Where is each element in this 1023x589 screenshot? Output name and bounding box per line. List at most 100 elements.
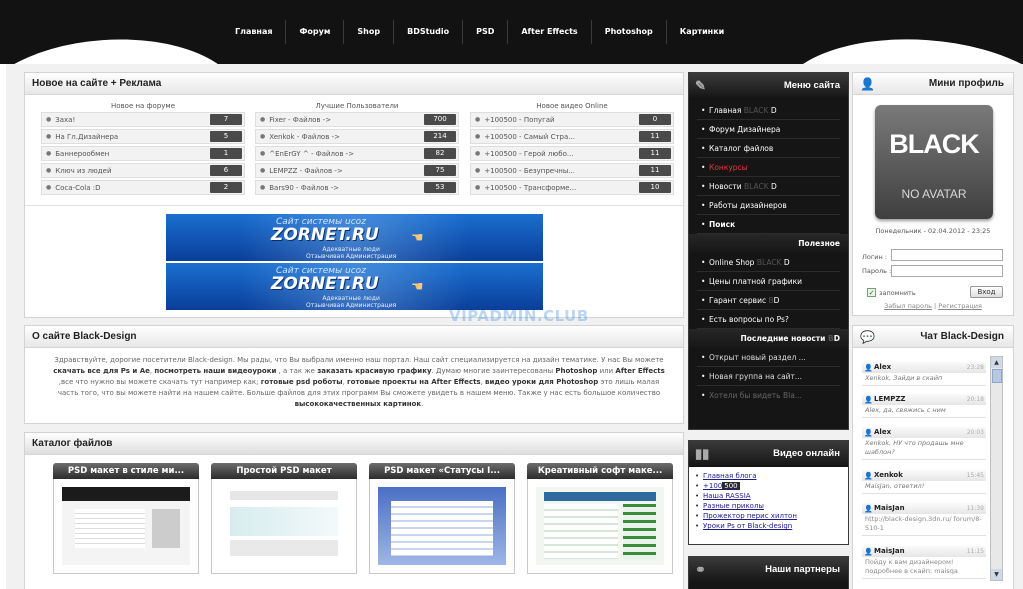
pen-icon: ✎ (695, 78, 706, 93)
ad-banner[interactable]: Сайт системы ucoz ZORNET.RU ☚ Адекватные… (166, 214, 543, 261)
left-edge (0, 0, 6, 589)
catalog-card[interactable]: PSD макет в стиле ми... (53, 463, 199, 574)
catalog-card[interactable]: Креативный софт маке... (527, 463, 673, 574)
nav-item-shop[interactable]: Shop (344, 20, 395, 44)
forum-row[interactable]: ● На Гл.Дизайнера 5 (41, 129, 245, 144)
catalog-thumbnail[interactable] (527, 479, 673, 574)
menu-item-forum[interactable]: Форум Дизайнера (697, 120, 840, 139)
nav-item-photoshop[interactable]: Photoshop (592, 20, 667, 44)
menu-item-prices[interactable]: Цены платной графики (697, 272, 840, 291)
menu-item-catalog[interactable]: Каталог файлов (697, 139, 840, 158)
menu-item-questions[interactable]: Есть вопросы по Ps? (697, 310, 840, 329)
user-row[interactable]: ● ^EnErGY ^ - Файлов -> 82 (255, 146, 459, 161)
user-row-count: 82 (424, 148, 456, 159)
login-input[interactable] (891, 249, 1003, 261)
scroll-up-icon[interactable]: ▲ (991, 357, 1002, 368)
user-row-text: Xenkok - Файлов -> (269, 132, 340, 141)
chat-user[interactable]: 👤 MaisJan 11:15 (862, 546, 986, 557)
user-row[interactable]: ● Bars90 - Файлов -> 53 (255, 180, 459, 195)
news-item[interactable]: Открыт новый раздел ... (697, 348, 840, 367)
chat-scrollbar[interactable]: ▲ ▼ (990, 356, 1003, 581)
user-row[interactable]: ● Xenkok - Файлов -> 214 (255, 129, 459, 144)
forum-row[interactable]: ● Ключ из людей 6 (41, 163, 245, 178)
avatar[interactable]: BLACK NO AVATAR (875, 105, 993, 219)
catalog-thumbnail[interactable] (211, 479, 357, 574)
user-row[interactable]: ● LEMPZZ - Файлов -> 75 (255, 163, 459, 178)
video-row-count: 11 (639, 131, 671, 142)
chat-user[interactable]: 👤 Alex 20:03 (862, 427, 986, 438)
video-link-100500[interactable]: +100500 (695, 481, 842, 491)
chat-user[interactable]: 👤 Xenkok 15:45 (862, 470, 986, 481)
banner-logo: ZORNET.RU (271, 225, 379, 245)
thumbnail-footer (230, 540, 338, 556)
scroll-thumb[interactable] (992, 369, 1002, 383)
video-link[interactable]: Разные приколы (695, 501, 842, 511)
video-row[interactable]: ● +100500 - Попугай 0 (470, 112, 674, 127)
nav-item-after-effects[interactable]: After Effects (508, 20, 592, 44)
nav-item-home[interactable]: Главная (222, 20, 287, 44)
forum-row[interactable]: ● Coca-Cola :D 2 (41, 180, 245, 195)
thumbnail-header (543, 491, 657, 502)
video-row-count: 11 (639, 165, 671, 176)
nav-item-psd[interactable]: PSD (463, 20, 509, 44)
chat-user[interactable]: 👤 MaisJan 11:39 (862, 503, 986, 514)
video-column-title: Новое видео Online (536, 102, 608, 110)
forum-row[interactable]: ● Заха! 7 (41, 112, 245, 127)
catalog-card[interactable]: PSD макет «Статусы I... (369, 463, 515, 574)
forgot-password-link[interactable]: Забыл пароль (884, 302, 932, 310)
password-label: Пароль : (862, 267, 892, 275)
catalog-card[interactable]: Простой PSD макет (211, 463, 357, 574)
news-item[interactable]: Хотели бы видеть Bla... (697, 386, 840, 405)
remember-checkbox[interactable]: ✓ (867, 288, 876, 297)
forum-row-count: 7 (210, 114, 242, 125)
user-row-text: Bars90 - Файлов -> (269, 183, 340, 192)
video-row-text: +100500 - Трансформе... (484, 183, 577, 192)
thumbnail-image (220, 487, 348, 565)
menu-item-home[interactable]: Главная BLACK D (697, 101, 840, 120)
video-row[interactable]: ● +100500 - Самый Стра... 11 (470, 129, 674, 144)
forum-row[interactable]: ● Баннерообмен 1 (41, 146, 245, 161)
password-input[interactable] (891, 265, 1003, 277)
video-online-title: ▮▮ Видео онлайн (689, 441, 848, 467)
video-row[interactable]: ● +100500 - Трансформе... 10 (470, 180, 674, 195)
catalog-thumbnail[interactable] (369, 479, 515, 574)
video-row[interactable]: ● +100500 - Герой любо... 11 (470, 146, 674, 161)
scroll-down-icon[interactable]: ▼ (991, 569, 1002, 580)
video-link[interactable]: Главная блога (695, 471, 842, 481)
menu-item-guarantee[interactable]: Гарант сервис BD (697, 291, 840, 310)
catalog-card-title: Простой PSD макет (211, 463, 357, 479)
chat-user[interactable]: 👤 Alex 23:28 (862, 362, 986, 373)
menu-item-online-shop[interactable]: Online Shop BLACK D (697, 253, 840, 272)
video-link[interactable]: Прожектор перис хилтон (695, 511, 842, 521)
user-row-count: 75 (424, 165, 456, 176)
user-row[interactable]: ● Fixer - Файлов -> 700 (255, 112, 459, 127)
menu-item-contests[interactable]: Конкурсы (697, 158, 840, 177)
chat-bubbles-icon: 💬 (860, 330, 875, 344)
catalog-thumbnail[interactable] (53, 479, 199, 574)
menu-item-works[interactable]: Работы дизайнеров (697, 196, 840, 215)
thumbnail-image (536, 487, 664, 565)
chat-time: 20:03 (966, 429, 984, 436)
bullet-icon: ● (260, 150, 266, 157)
nav-item-forum[interactable]: Форум (286, 20, 345, 44)
menu-item-news[interactable]: Новости BLACK D (697, 177, 840, 196)
login-button[interactable]: Вход (970, 286, 1003, 298)
video-link[interactable]: Наша RASSIA (695, 491, 842, 501)
nav-item-bdstudio[interactable]: BDStudio (394, 20, 464, 44)
menu-item-search[interactable]: Поиск (697, 215, 840, 234)
nav-item-pictures[interactable]: Картинки (667, 20, 737, 44)
bullet-icon: ● (46, 150, 52, 157)
forum-row-count: 1 (210, 148, 242, 159)
video-row[interactable]: ● +100500 - Безупречны... 11 (470, 163, 674, 178)
thumbnail-sidebar (151, 508, 180, 548)
chat-message: 👤 Alex 23:28 Xenkok, Зайди в скайп (862, 362, 986, 386)
register-link[interactable]: Регистрация (938, 302, 982, 310)
video-link[interactable]: Уроки Ps от Black-design (695, 521, 842, 531)
chat-user[interactable]: 👤 LEMPZZ 20:18 (862, 394, 986, 405)
thumbnail-content (390, 501, 494, 556)
news-item[interactable]: Новая группа на сайт... (697, 367, 840, 386)
ad-banner[interactable]: Сайт системы ucoz ZORNET.RU ☚ Адекватные… (166, 263, 543, 310)
catalog-card-title: Креативный софт маке... (527, 463, 673, 479)
forum-row-count: 6 (210, 165, 242, 176)
bullet-icon: ● (260, 116, 266, 123)
